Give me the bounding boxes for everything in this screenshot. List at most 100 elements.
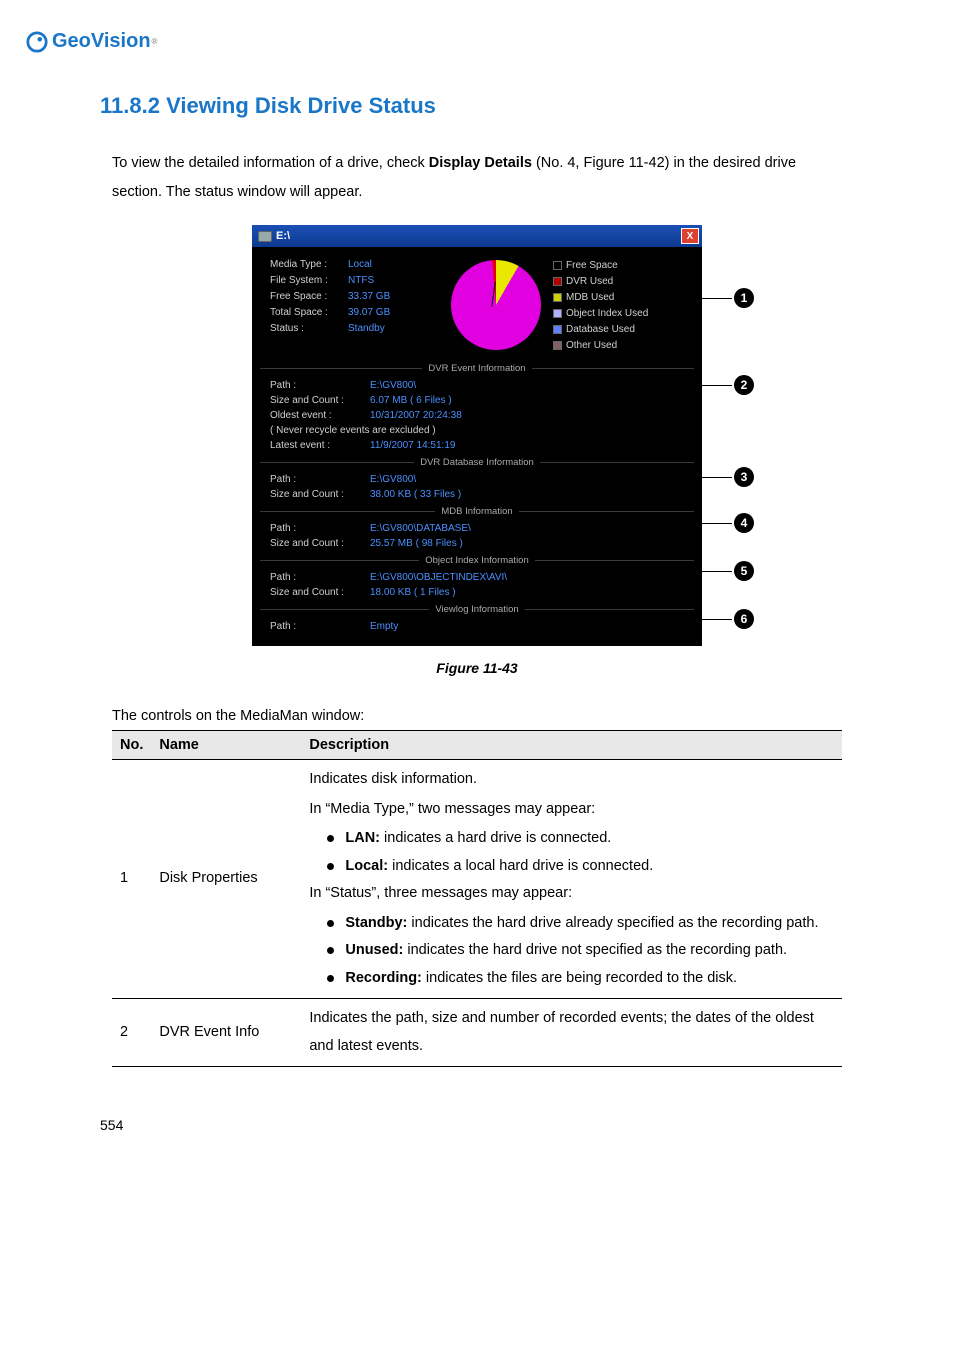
figure-wrapper: E:\ X Media Type : File System : Free Sp… bbox=[252, 225, 702, 646]
legend-db: Database Used bbox=[566, 324, 635, 335]
callout-4: 4 bbox=[734, 513, 754, 533]
mdb-size-k: Size and Count : bbox=[270, 536, 370, 551]
row1-l1: Indicates disk information. bbox=[309, 766, 834, 794]
row2-desc: Indicates the path, size and number of r… bbox=[301, 999, 842, 1067]
callout-6: 6 bbox=[734, 609, 754, 629]
label-total-space: Total Space : bbox=[270, 305, 348, 321]
swatch-obj bbox=[553, 309, 562, 318]
status-window: E:\ X Media Type : File System : Free Sp… bbox=[252, 225, 702, 646]
row1-b2t: indicates a local hard drive is connecte… bbox=[388, 858, 653, 874]
dvr-note: ( Never recycle events are excluded ) bbox=[270, 423, 436, 438]
legend: Free Space DVR Used MDB Used Object Inde… bbox=[553, 257, 648, 353]
th-no: No. bbox=[112, 731, 151, 760]
group-dvr-event: DVR Event Information Path :E:\GV800\ Si… bbox=[260, 363, 694, 453]
window-title: E:\ bbox=[276, 230, 290, 242]
dvr-oldest-k: Oldest event : bbox=[270, 408, 370, 423]
dvrdb-path-v: E:\GV800\ bbox=[370, 472, 416, 487]
group-label-obj: Object Index Information bbox=[419, 555, 535, 566]
row1-b3t: indicates the hard drive already specifi… bbox=[407, 915, 818, 931]
dvrdb-path-k: Path : bbox=[270, 472, 370, 487]
drive-icon bbox=[258, 231, 272, 242]
swatch-mdb bbox=[553, 293, 562, 302]
value-status: Standby bbox=[348, 321, 438, 337]
group-label-viewlog: Viewlog Information bbox=[429, 604, 524, 615]
callout-5: 5 bbox=[734, 561, 754, 581]
group-obj: Object Index Information Path :E:\GV800\… bbox=[260, 555, 694, 600]
swatch-dvr bbox=[553, 277, 562, 286]
value-total-space: 39.07 GB bbox=[348, 305, 438, 321]
swatch-db bbox=[553, 325, 562, 334]
legend-free: Free Space bbox=[566, 260, 618, 271]
close-icon: X bbox=[687, 231, 694, 242]
row2-name: DVR Event Info bbox=[151, 999, 301, 1067]
value-media-type: Local bbox=[348, 257, 438, 273]
table-row: 1 Disk Properties Indicates disk informa… bbox=[112, 760, 842, 999]
callout-3: 3 bbox=[734, 467, 754, 487]
geovision-icon bbox=[26, 31, 48, 53]
table-row: 2 DVR Event Info Indicates the path, siz… bbox=[112, 999, 842, 1067]
dvr-path-v: E:\GV800\ bbox=[370, 378, 416, 393]
group-dvr-db: DVR Database Information Path :E:\GV800\… bbox=[260, 457, 694, 502]
titlebar: E:\ X bbox=[252, 225, 702, 247]
mdb-path-k: Path : bbox=[270, 521, 370, 536]
obj-path-k: Path : bbox=[270, 570, 370, 585]
dvr-latest-k: Latest event : bbox=[270, 438, 370, 453]
dvr-path-k: Path : bbox=[270, 378, 370, 393]
row1-b5b: Recording: bbox=[345, 970, 422, 986]
page-number: 554 bbox=[0, 1117, 954, 1133]
callout-2: 2 bbox=[734, 375, 754, 395]
close-button[interactable]: X bbox=[681, 228, 699, 244]
legend-obj: Object Index Used bbox=[566, 308, 648, 319]
row1-l2: In “Media Type,” two messages may appear… bbox=[309, 796, 834, 824]
dvr-latest-v: 11/9/2007 14:51:19 bbox=[370, 438, 455, 453]
group-label-dvr-db: DVR Database Information bbox=[414, 457, 540, 468]
controls-table: No. Name Description 1 Disk Properties I… bbox=[112, 730, 842, 1067]
brand-text: GeoVision bbox=[52, 30, 151, 53]
obj-path-v: E:\GV800\OBJECTINDEX\AVI\ bbox=[370, 570, 507, 585]
intro-pre: To view the detailed information of a dr… bbox=[112, 155, 429, 171]
label-free-space: Free Space : bbox=[270, 289, 348, 305]
pie-chart bbox=[451, 260, 541, 350]
swatch-free bbox=[553, 261, 562, 270]
viewlog-path-k: Path : bbox=[270, 619, 370, 634]
row1-b1t: indicates a hard drive is connected. bbox=[380, 830, 611, 846]
intro-paragraph: To view the detailed information of a dr… bbox=[0, 149, 954, 207]
row1-no: 1 bbox=[112, 760, 151, 999]
group-viewlog: Viewlog Information Path :Empty bbox=[260, 604, 694, 634]
row1-desc: Indicates disk information. In “Media Ty… bbox=[301, 760, 842, 999]
dvr-size-k: Size and Count : bbox=[270, 393, 370, 408]
dvrdb-size-k: Size and Count : bbox=[270, 487, 370, 502]
th-name: Name bbox=[151, 731, 301, 760]
row1-b5t: indicates the files are being recorded t… bbox=[422, 970, 737, 986]
row2-no: 2 bbox=[112, 999, 151, 1067]
row1-b4t: indicates the hard drive not specified a… bbox=[403, 942, 787, 958]
disk-properties-panel: Media Type : File System : Free Space : … bbox=[252, 247, 702, 359]
row1-name: Disk Properties bbox=[151, 760, 301, 999]
value-free-space: 33.37 GB bbox=[348, 289, 438, 305]
dvrdb-size-v: 38.00 KB ( 33 Files ) bbox=[370, 487, 461, 502]
group-label-dvr-event: DVR Event Information bbox=[422, 363, 531, 374]
dvr-size-v: 6.07 MB ( 6 Files ) bbox=[370, 393, 452, 408]
mdb-size-v: 25.57 MB ( 98 Files ) bbox=[370, 536, 463, 551]
th-desc: Description bbox=[301, 731, 842, 760]
swatch-other bbox=[553, 341, 562, 350]
label-media-type: Media Type : bbox=[270, 257, 348, 273]
obj-size-k: Size and Count : bbox=[270, 585, 370, 600]
group-mdb: MDB Information Path :E:\GV800\DATABASE\… bbox=[260, 506, 694, 551]
brand-logo: GeoVision® bbox=[0, 30, 954, 53]
figure-caption: Figure 11-43 bbox=[0, 660, 954, 676]
viewlog-path-v: Empty bbox=[370, 619, 398, 634]
value-file-system: NTFS bbox=[348, 273, 438, 289]
obj-size-v: 18.00 KB ( 1 Files ) bbox=[370, 585, 456, 600]
row1-l3: In “Status”, three messages may appear: bbox=[309, 880, 834, 908]
legend-mdb: MDB Used bbox=[566, 292, 614, 303]
brand-sub: ® bbox=[152, 37, 158, 46]
row1-b1b: LAN: bbox=[345, 830, 380, 846]
group-label-mdb: MDB Information bbox=[435, 506, 518, 517]
legend-other: Other Used bbox=[566, 340, 617, 351]
controls-intro: The controls on the MediaMan window: bbox=[0, 708, 954, 724]
row1-b4b: Unused: bbox=[345, 942, 403, 958]
mdb-path-v: E:\GV800\DATABASE\ bbox=[370, 521, 471, 536]
dvr-oldest-v: 10/31/2007 20:24:38 bbox=[370, 408, 462, 423]
row1-b2b: Local: bbox=[345, 858, 388, 874]
